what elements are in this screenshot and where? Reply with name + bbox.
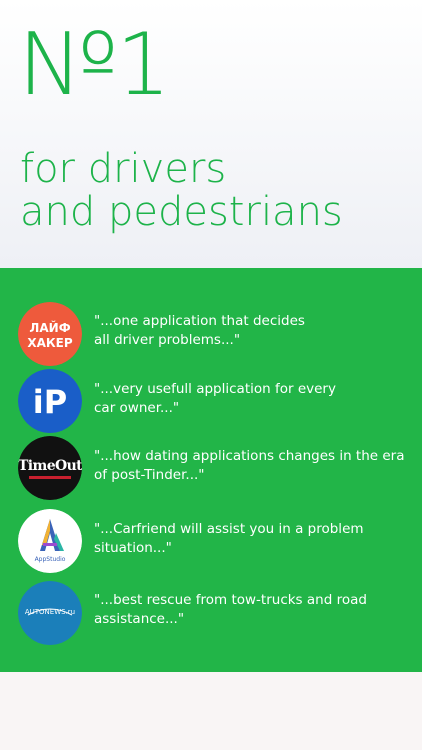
quote-line-2: assistance..." bbox=[94, 611, 185, 627]
autonews-logo-icon: AUTONEWS.ru bbox=[18, 581, 82, 645]
timeout-logo-text: TimeOut bbox=[18, 458, 82, 474]
lifehacker-logo-text-2: ХАКЕР bbox=[27, 336, 73, 350]
review-quote: "...very usefull application for every c… bbox=[94, 380, 408, 418]
review-quote: "...best rescue from tow-trucks and road… bbox=[94, 591, 408, 629]
quote-line-2: car owner..." bbox=[94, 400, 180, 416]
tagline-line-2: and pedestrians bbox=[20, 189, 343, 236]
quote-line-1: "...Carfriend will assist you in a probl… bbox=[94, 521, 364, 537]
ip-logo-text: iP bbox=[33, 383, 67, 421]
lifehacker-logo-icon: ЛАЙФ ХАКЕР bbox=[18, 302, 82, 366]
quote-line-2: of post-Tinder..." bbox=[94, 467, 205, 483]
tagline: for drivers and pedestrians bbox=[20, 146, 343, 236]
timeout-logo-icon: TimeOut bbox=[18, 436, 82, 500]
hero-section: №1 for drivers and pedestrians bbox=[0, 0, 422, 268]
ranking-headline: №1 bbox=[18, 15, 171, 115]
review-item-autonews: AUTONEWS.ru "...best rescue from tow-tru… bbox=[18, 581, 408, 647]
autonews-logo-text: AUTONEWS.ru bbox=[25, 608, 75, 616]
review-item-appstudio: AppStudio "...Carfriend will assist you … bbox=[18, 509, 408, 575]
quote-line-2: situation..." bbox=[94, 540, 172, 556]
quote-line-1: "...one application that decides bbox=[94, 313, 305, 329]
review-quote: "...Carfriend will assist you in a probl… bbox=[94, 520, 408, 558]
appstudio-logo-icon: AppStudio bbox=[18, 509, 82, 573]
quote-line-1: "...very usefull application for every bbox=[94, 381, 336, 397]
review-item-timeout: TimeOut "...how dating applications chan… bbox=[18, 436, 408, 502]
review-item-ip: iP "...very usefull application for ever… bbox=[18, 369, 408, 435]
quote-line-1: "...how dating applications changes in t… bbox=[94, 448, 405, 464]
lifehacker-logo-text-1: ЛАЙФ bbox=[29, 320, 70, 335]
ip-logo-icon: iP bbox=[18, 369, 82, 433]
quote-line-2: all driver problems..." bbox=[94, 332, 241, 348]
footer-area bbox=[0, 672, 422, 750]
review-quote: "...how dating applications changes in t… bbox=[94, 447, 408, 485]
review-item-lifehacker: ЛАЙФ ХАКЕР "...one application that deci… bbox=[18, 302, 408, 368]
tagline-line-1: for drivers bbox=[20, 146, 227, 192]
quote-line-1: "...best rescue from tow-trucks and road bbox=[94, 592, 367, 608]
review-quote: "...one application that decides all dri… bbox=[94, 312, 408, 350]
appstudio-logo-text: AppStudio bbox=[35, 556, 66, 563]
